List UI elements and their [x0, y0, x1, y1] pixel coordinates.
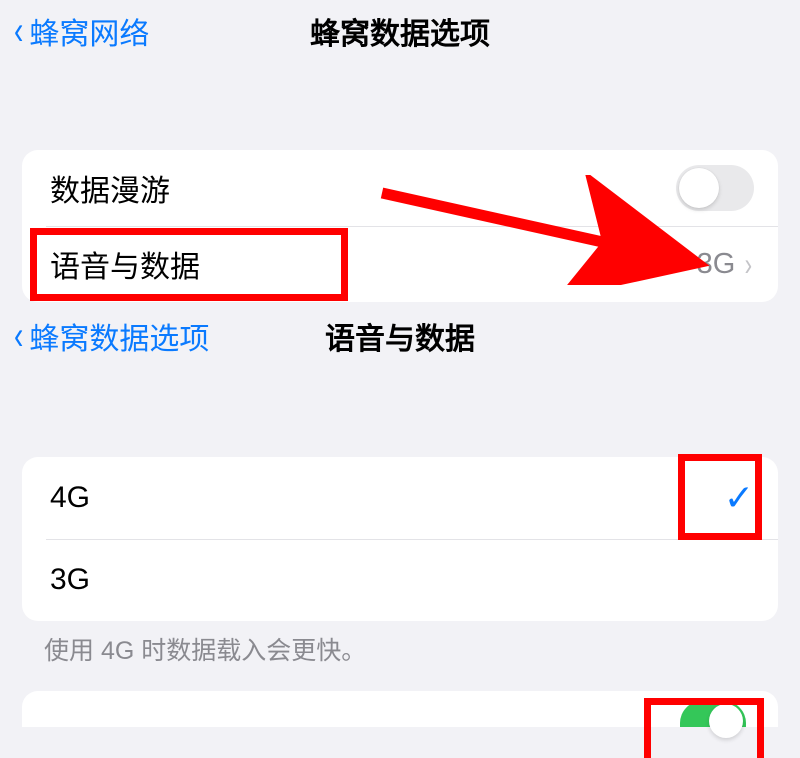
option-3g-row[interactable]: 3G [22, 539, 778, 621]
chevron-left-icon: ‹ [14, 11, 23, 51]
roaming-toggle[interactable] [676, 165, 754, 211]
option-4g-row[interactable]: 4G ✓ [22, 457, 778, 539]
back-button-2[interactable]: ‹ 蜂窝数据选项 [12, 314, 209, 358]
toggle-knob-icon [679, 168, 719, 208]
page-title-2: 语音与数据 [325, 314, 475, 358]
voice-data-value: 3G [697, 248, 736, 281]
spacer-1 [0, 70, 800, 150]
nav-bar-1: ‹ 蜂窝网络 蜂窝数据选项 [0, 0, 800, 70]
options-list: 4G ✓ 3G [22, 457, 778, 621]
voice-and-data-screen: ‹ 蜂窝数据选项 语音与数据 4G ✓ 3G 使用 4G 时数据载入会更快。 [0, 305, 800, 758]
next-list-preview [22, 691, 778, 727]
footer-note: 使用 4G 时数据载入会更快。 [0, 621, 800, 667]
volte-toggle-partial[interactable] [680, 701, 746, 727]
nav-bar-2: ‹ 蜂窝数据选项 语音与数据 [0, 305, 800, 375]
roaming-label: 数据漫游 [50, 166, 170, 210]
spacer-2 [0, 375, 800, 457]
back-button-1[interactable]: ‹ 蜂窝网络 [12, 9, 149, 53]
voice-data-label: 语音与数据 [50, 242, 200, 286]
chevron-left-icon: ‹ [14, 316, 23, 356]
toggle-knob-icon [709, 704, 743, 738]
data-roaming-row[interactable]: 数据漫游 [22, 150, 778, 226]
option-4g-label: 4G [50, 481, 90, 515]
option-3g-label: 3G [50, 563, 90, 597]
row-right-group: 3G › [697, 246, 754, 283]
checkmark-icon: ✓ [724, 477, 754, 519]
back-label-2: 蜂窝数据选项 [29, 314, 209, 358]
page-title-1: 蜂窝数据选项 [310, 9, 490, 53]
back-label-1: 蜂窝网络 [29, 9, 149, 53]
voice-and-data-row[interactable]: 语音与数据 3G › [22, 226, 778, 302]
cellular-data-options-screen: ‹ 蜂窝网络 蜂窝数据选项 数据漫游 语音与数据 3G › [0, 0, 800, 305]
chevron-right-icon: › [745, 246, 752, 283]
settings-list-1: 数据漫游 语音与数据 3G › [22, 150, 778, 302]
